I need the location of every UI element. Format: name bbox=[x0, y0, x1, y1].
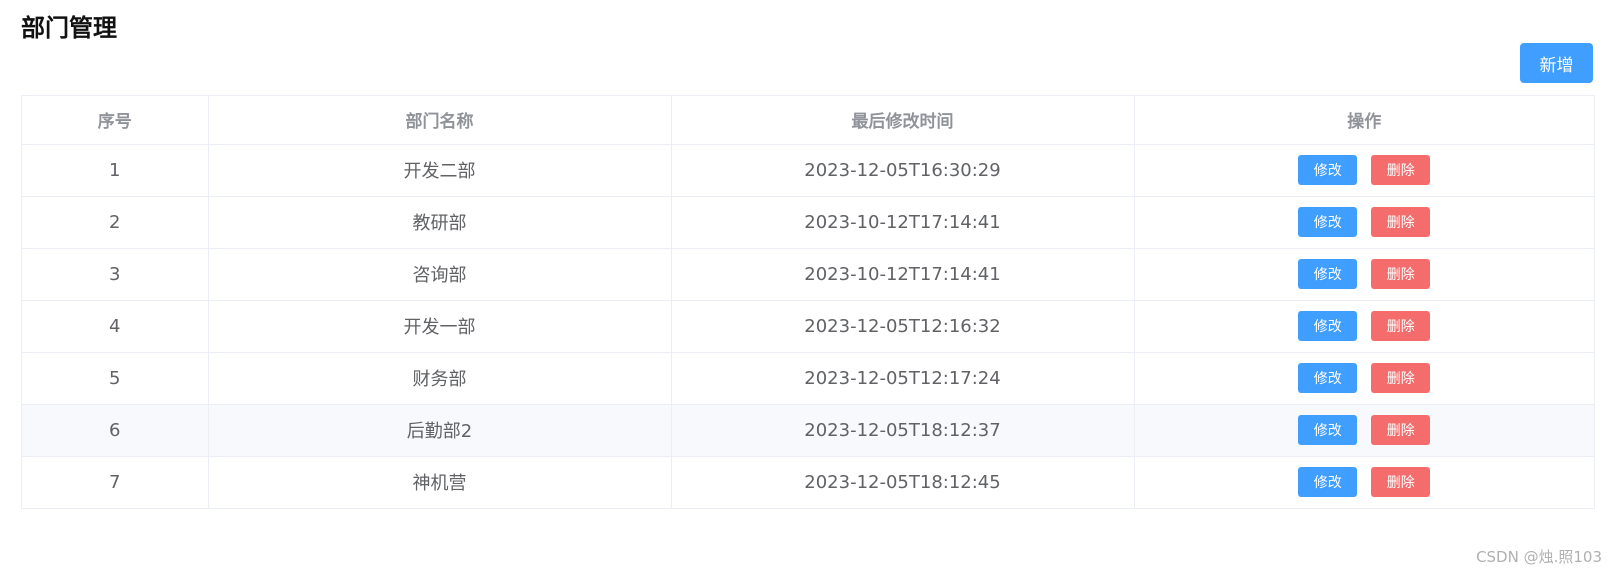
add-department-button[interactable]: 新增 bbox=[1520, 43, 1593, 83]
cell-index: 3 bbox=[22, 248, 209, 301]
table-row: 7 神机营 2023-12-05T18:12:45 修改 删除 bbox=[22, 456, 1594, 508]
delete-button[interactable]: 删除 bbox=[1371, 207, 1431, 237]
edit-button[interactable]: 修改 bbox=[1298, 311, 1358, 341]
cell-index: 1 bbox=[22, 144, 209, 197]
cell-actions: 修改 删除 bbox=[1134, 248, 1594, 301]
cell-last-modified: 2023-12-05T12:16:32 bbox=[671, 300, 1135, 353]
header-last-modified: 最后修改时间 bbox=[671, 96, 1135, 145]
delete-button[interactable]: 删除 bbox=[1371, 363, 1431, 393]
header-department-name: 部门名称 bbox=[208, 96, 672, 145]
table-row: 5 财务部 2023-12-05T12:17:24 修改 删除 bbox=[22, 352, 1594, 405]
header-index: 序号 bbox=[22, 96, 209, 145]
delete-button[interactable]: 删除 bbox=[1371, 311, 1431, 341]
cell-department-name: 教研部 bbox=[208, 196, 672, 249]
cell-last-modified: 2023-12-05T18:12:45 bbox=[671, 456, 1135, 508]
watermark: CSDN @烛.照103 bbox=[1476, 548, 1602, 566]
table-row: 6 后勤部2 2023-12-05T18:12:37 修改 删除 bbox=[22, 404, 1594, 457]
edit-button[interactable]: 修改 bbox=[1298, 207, 1358, 237]
cell-department-name: 开发一部 bbox=[208, 300, 672, 353]
cell-last-modified: 2023-12-05T12:17:24 bbox=[671, 352, 1135, 405]
table-row: 3 咨询部 2023-10-12T17:14:41 修改 删除 bbox=[22, 248, 1594, 301]
cell-index: 5 bbox=[22, 352, 209, 405]
cell-department-name: 神机营 bbox=[208, 456, 672, 508]
cell-actions: 修改 删除 bbox=[1134, 144, 1594, 197]
department-management-page: 部门管理 新增 序号 部门名称 最后修改时间 操作 1 开发二部 2023-12… bbox=[0, 0, 1612, 575]
edit-button[interactable]: 修改 bbox=[1298, 155, 1358, 185]
cell-last-modified: 2023-12-05T18:12:37 bbox=[671, 404, 1135, 457]
table-row: 1 开发二部 2023-12-05T16:30:29 修改 删除 bbox=[22, 144, 1594, 197]
cell-index: 7 bbox=[22, 456, 209, 508]
cell-index: 4 bbox=[22, 300, 209, 353]
cell-department-name: 开发二部 bbox=[208, 144, 672, 197]
table-header-row: 序号 部门名称 最后修改时间 操作 bbox=[22, 96, 1594, 145]
delete-button[interactable]: 删除 bbox=[1371, 259, 1431, 289]
page-title: 部门管理 bbox=[21, 14, 117, 42]
cell-actions: 修改 删除 bbox=[1134, 352, 1594, 405]
cell-last-modified: 2023-12-05T16:30:29 bbox=[671, 144, 1135, 197]
table-row: 2 教研部 2023-10-12T17:14:41 修改 删除 bbox=[22, 196, 1594, 249]
table-row: 4 开发一部 2023-12-05T12:16:32 修改 删除 bbox=[22, 300, 1594, 353]
cell-department-name: 财务部 bbox=[208, 352, 672, 405]
delete-button[interactable]: 删除 bbox=[1371, 467, 1431, 498]
cell-department-name: 后勤部2 bbox=[208, 404, 672, 457]
edit-button[interactable]: 修改 bbox=[1298, 363, 1358, 393]
cell-actions: 修改 删除 bbox=[1134, 404, 1594, 457]
cell-last-modified: 2023-10-12T17:14:41 bbox=[671, 196, 1135, 249]
delete-button[interactable]: 删除 bbox=[1371, 415, 1431, 445]
cell-index: 2 bbox=[22, 196, 209, 249]
cell-index: 6 bbox=[22, 404, 209, 457]
edit-button[interactable]: 修改 bbox=[1298, 259, 1358, 289]
edit-button[interactable]: 修改 bbox=[1298, 415, 1358, 445]
cell-actions: 修改 删除 bbox=[1134, 300, 1594, 353]
cell-last-modified: 2023-10-12T17:14:41 bbox=[671, 248, 1135, 301]
department-table: 序号 部门名称 最后修改时间 操作 1 开发二部 2023-12-05T16:3… bbox=[21, 95, 1595, 509]
cell-actions: 修改 删除 bbox=[1134, 196, 1594, 249]
edit-button[interactable]: 修改 bbox=[1298, 467, 1358, 498]
cell-actions: 修改 删除 bbox=[1134, 456, 1594, 508]
header-actions: 操作 bbox=[1134, 96, 1594, 145]
cell-department-name: 咨询部 bbox=[208, 248, 672, 301]
delete-button[interactable]: 删除 bbox=[1371, 155, 1431, 185]
